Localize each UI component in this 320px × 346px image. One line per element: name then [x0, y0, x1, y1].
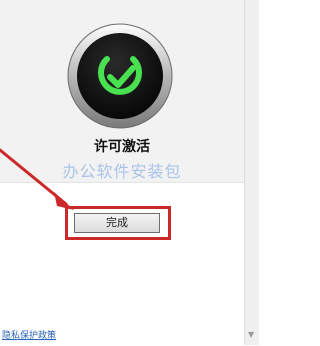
scroll-down-icon[interactable]: ▼ [248, 330, 254, 339]
vertical-scrollbar[interactable]: ▼ [244, 0, 259, 345]
done-button[interactable]: 完成 [74, 213, 160, 233]
red-arrow-annotation [0, 148, 74, 210]
privacy-policy-link[interactable]: 隐私保护政策 [2, 328, 56, 341]
